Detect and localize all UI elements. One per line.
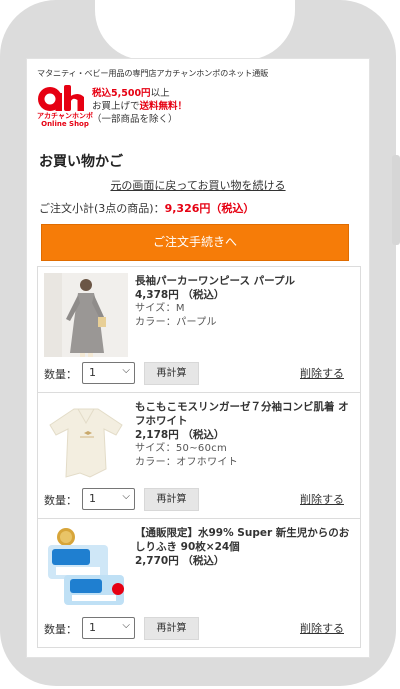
wipes-photo[interactable] bbox=[44, 525, 128, 609]
cart-item: 【通販限定】水99% Super 新生児からのおしりふき 90枚×24個 2,7… bbox=[38, 519, 360, 647]
subtotal-label: ご注文小計(3点の商品)： bbox=[39, 202, 165, 215]
chevron-down-icon: ⌵ bbox=[122, 491, 130, 502]
chevron-down-icon: ⌵ bbox=[122, 620, 130, 631]
delete-link[interactable]: 削除する bbox=[300, 365, 344, 381]
delete-link[interactable]: 削除する bbox=[300, 491, 344, 507]
item-info: 【通販限定】水99% Super 新生児からのおしりふき 90枚×24個 2,7… bbox=[135, 526, 355, 568]
site-header: マタニティ・ベビー用品の専門店アカチャンホンポのネット通販 アカチャンホンポ O… bbox=[27, 59, 369, 137]
quantity-value: 1 bbox=[89, 366, 96, 379]
free-shipping-text: 送料無料！ bbox=[139, 101, 188, 112]
quantity-select[interactable]: 1 ⌵ bbox=[82, 617, 135, 639]
item-name[interactable]: もこもこモスリンガーゼ７分袖コンビ肌着 オフホワイト bbox=[135, 400, 355, 428]
quantity-select[interactable]: 1 ⌵ bbox=[82, 488, 135, 510]
shipping-exclusion: （一部商品を除く） bbox=[92, 114, 178, 125]
cart-item: もこもこモスリンガーゼ７分袖コンビ肌着 オフホワイト 2,178円 （税込） サ… bbox=[38, 393, 360, 519]
phone-side-button bbox=[392, 155, 400, 245]
item-color: カラー：オフホワイト bbox=[135, 457, 238, 468]
subtotal-amount: 9,326円（税込） bbox=[164, 202, 255, 215]
dress-photo[interactable] bbox=[44, 273, 128, 357]
order-subtotal: ご注文小計(3点の商品)：9,326円（税込） bbox=[39, 200, 254, 216]
quantity-label: 数量： bbox=[44, 623, 77, 636]
page-title: お買い物かご bbox=[39, 154, 123, 170]
item-price: 4,378円 （税込） bbox=[135, 289, 225, 301]
cart-item: 長袖パーカーワンピース パープル 4,378円 （税込） サイズ：M カラー：パ… bbox=[38, 267, 360, 393]
screen: マタニティ・ベビー用品の専門店アカチャンホンポのネット通販 アカチャンホンポ O… bbox=[26, 58, 370, 658]
item-size: サイズ：50~60cm bbox=[135, 443, 228, 454]
quantity-value: 1 bbox=[89, 492, 96, 505]
baby-garment-photo[interactable] bbox=[44, 399, 128, 483]
ah-logo-icon bbox=[38, 85, 84, 111]
phone-notch bbox=[95, 0, 295, 60]
item-price: 2,770円 （税込） bbox=[135, 555, 225, 567]
quantity-value: 1 bbox=[89, 621, 96, 634]
shipping-suffix: 以上 bbox=[150, 88, 170, 99]
item-size: サイズ：M bbox=[135, 303, 185, 314]
shipping-threshold: 税込5,500円 bbox=[92, 88, 151, 99]
shipping-line2: お買上げで bbox=[92, 101, 140, 112]
logo-english: Online Shop bbox=[41, 120, 89, 128]
cart-item-list: 長袖パーカーワンピース パープル 4,378円 （税込） サイズ：M カラー：パ… bbox=[37, 266, 361, 648]
quantity-row: 数量： 1 ⌵ 再計算 削除する bbox=[44, 488, 354, 511]
recalculate-button[interactable]: 再計算 bbox=[144, 488, 199, 511]
quantity-label: 数量： bbox=[44, 494, 77, 507]
checkout-button[interactable]: ご注文手続きへ bbox=[41, 224, 349, 261]
quantity-label: 数量： bbox=[44, 368, 77, 381]
item-info: 長袖パーカーワンピース パープル 4,378円 （税込） サイズ：M カラー：パ… bbox=[135, 274, 355, 330]
free-shipping-notice: 税込5,500円以上 お買上げで送料無料！ （一部商品を除く） bbox=[92, 87, 187, 126]
phone-frame: マタニティ・ベビー用品の専門店アカチャンホンポのネット通販 アカチャンホンポ O… bbox=[0, 0, 396, 686]
item-price: 2,178円 （税込） bbox=[135, 429, 225, 441]
brand-logo[interactable]: アカチャンホンポ Online Shop bbox=[37, 85, 93, 131]
continue-shopping-link[interactable]: 元の画面に戻ってお買い物を続ける bbox=[27, 177, 369, 193]
quantity-row: 数量： 1 ⌵ 再計算 削除する bbox=[44, 362, 354, 385]
header-tagline: マタニティ・ベビー用品の専門店アカチャンホンポのネット通販 bbox=[37, 68, 269, 78]
chevron-down-icon: ⌵ bbox=[122, 365, 130, 376]
item-color: カラー：パープル bbox=[135, 317, 217, 328]
item-name[interactable]: 【通販限定】水99% Super 新生児からのおしりふき 90枚×24個 bbox=[135, 526, 355, 554]
recalculate-button[interactable]: 再計算 bbox=[144, 362, 199, 385]
quantity-select[interactable]: 1 ⌵ bbox=[82, 362, 135, 384]
item-info: もこもこモスリンガーゼ７分袖コンビ肌着 オフホワイト 2,178円 （税込） サ… bbox=[135, 400, 355, 470]
recalculate-button[interactable]: 再計算 bbox=[144, 617, 199, 640]
quantity-row: 数量： 1 ⌵ 再計算 削除する bbox=[44, 617, 354, 640]
delete-link[interactable]: 削除する bbox=[300, 620, 344, 636]
item-name[interactable]: 長袖パーカーワンピース パープル bbox=[135, 274, 355, 288]
